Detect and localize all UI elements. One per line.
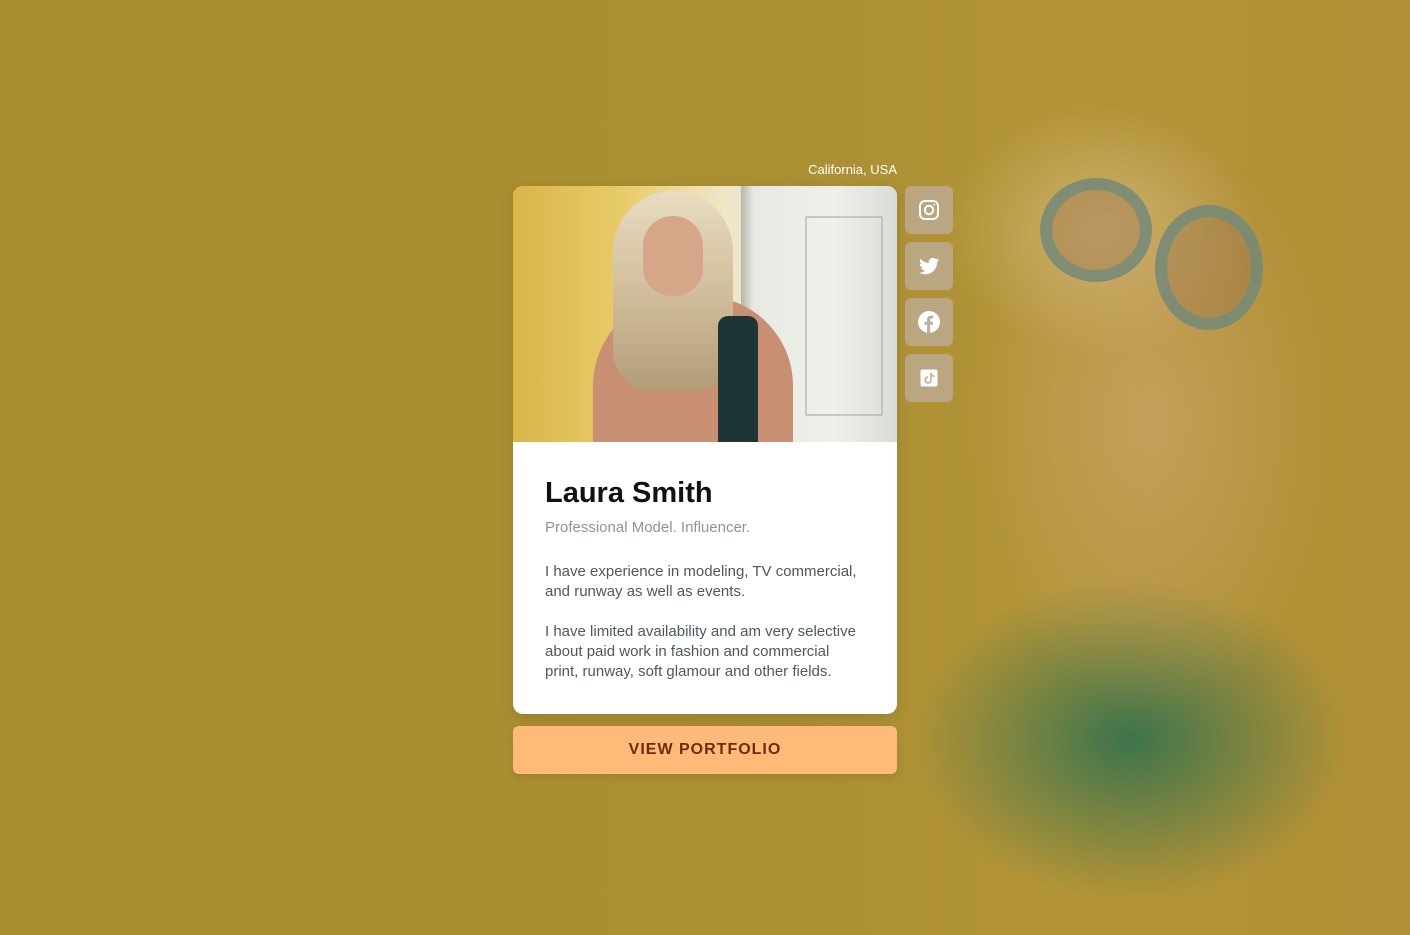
profile-photo bbox=[513, 186, 897, 442]
profile-tagline: Professional Model. Influencer. bbox=[545, 518, 751, 536]
tiktok-link[interactable] bbox=[905, 354, 953, 402]
profile-name: Laura Smith bbox=[545, 477, 713, 509]
bio-paragraph-2: I have limited availability and am very … bbox=[545, 622, 856, 680]
instagram-link[interactable] bbox=[905, 186, 953, 234]
location-label: California, USA bbox=[808, 162, 897, 177]
instagram-icon bbox=[919, 200, 939, 220]
twitter-link[interactable] bbox=[905, 242, 953, 290]
profile-content: Laura Smith Professional Model. Influenc… bbox=[513, 442, 897, 682]
social-links bbox=[905, 186, 953, 410]
sunglasses-lens-left bbox=[1040, 178, 1152, 282]
facebook-link[interactable] bbox=[905, 298, 953, 346]
view-portfolio-button[interactable]: VIEW PORTFOLIO bbox=[513, 726, 897, 774]
profile-card: Laura Smith Professional Model. Influenc… bbox=[513, 186, 897, 714]
facebook-icon bbox=[918, 311, 940, 333]
sunglasses-lens-right bbox=[1155, 205, 1263, 330]
twitter-icon bbox=[919, 257, 939, 275]
tiktok-icon bbox=[920, 369, 938, 387]
bio-paragraph-1: I have experience in modeling, TV commer… bbox=[545, 562, 857, 600]
